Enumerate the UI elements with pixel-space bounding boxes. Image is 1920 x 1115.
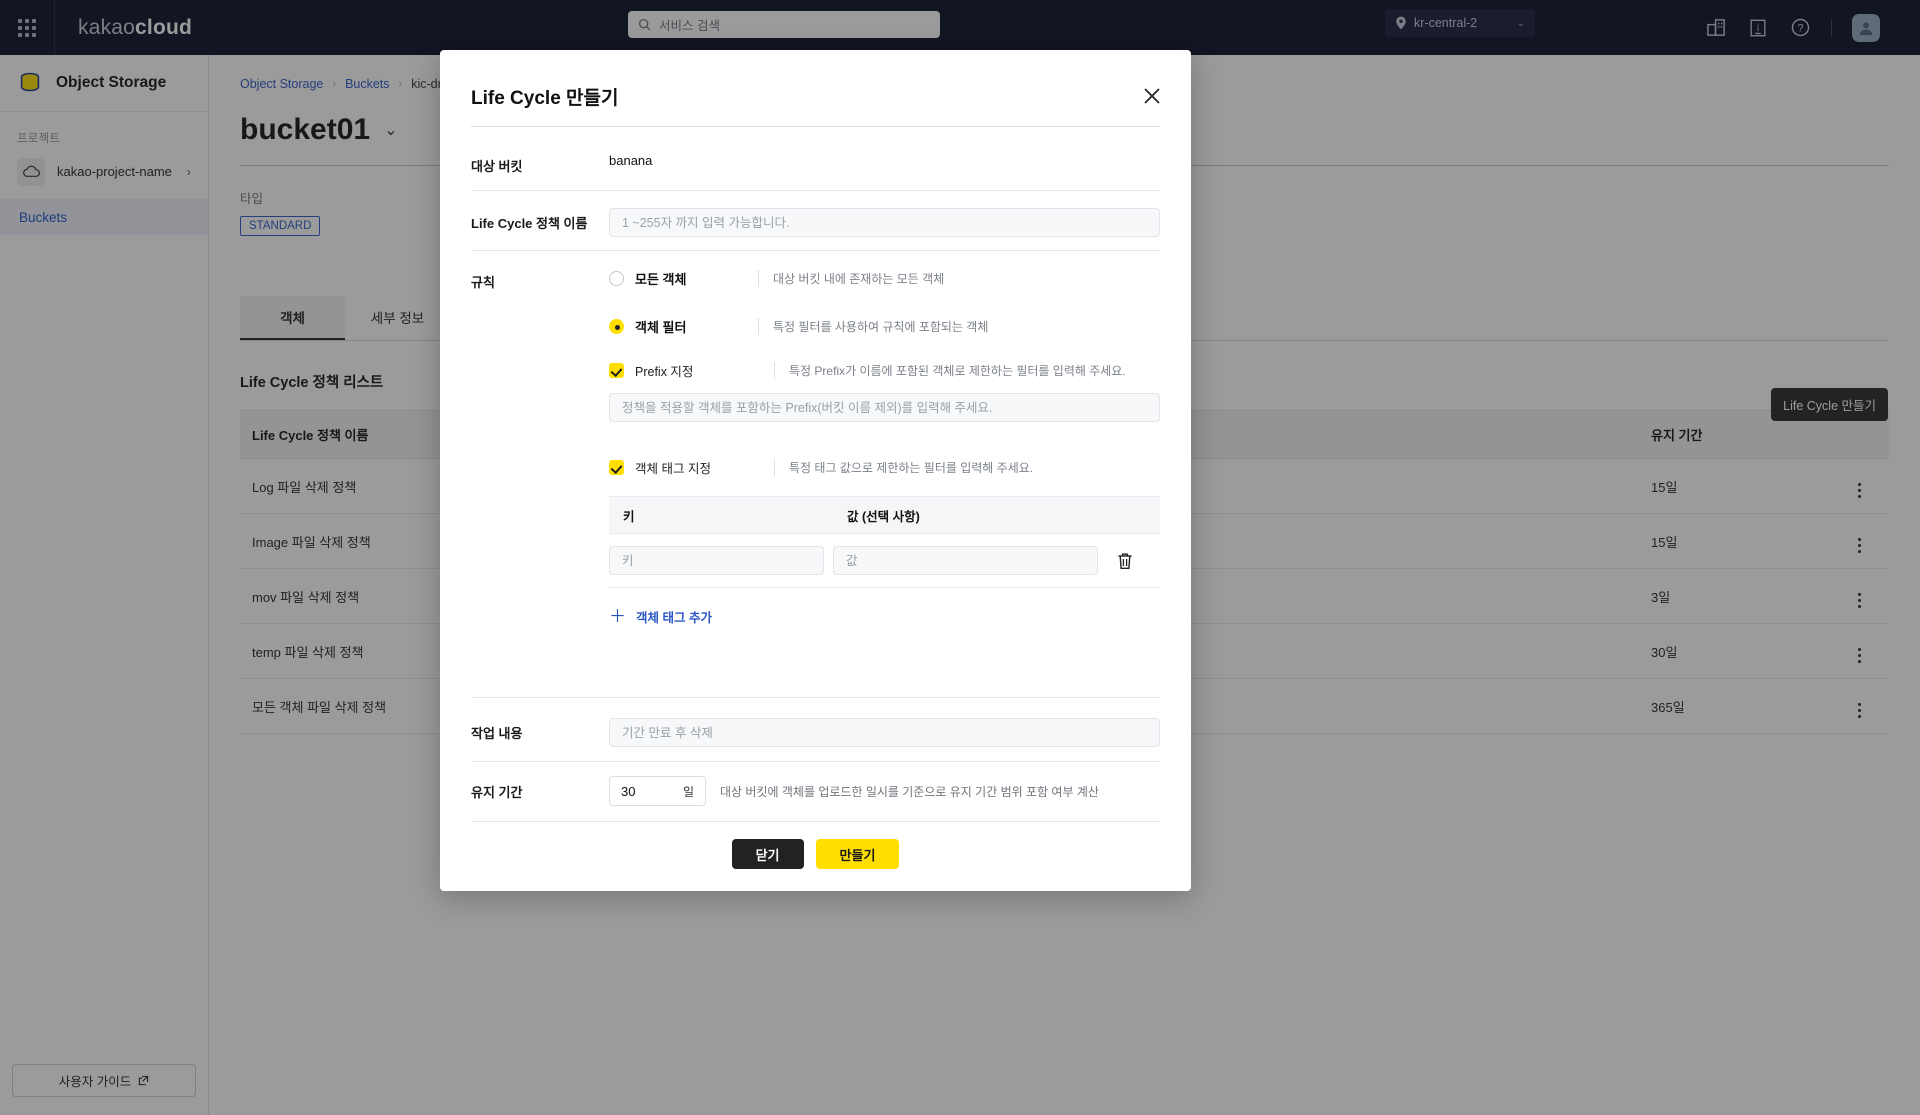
- field-label: 작업 내용: [471, 726, 523, 741]
- radio-label: 모든 객체: [635, 272, 687, 287]
- delete-tag-button[interactable]: [1116, 551, 1134, 571]
- radio-unselected-icon: [609, 271, 624, 286]
- close-dialog-button[interactable]: 닫기: [731, 839, 804, 869]
- field-label: Life Cycle 정책 이름: [471, 216, 588, 231]
- checkbox-row-prefix[interactable]: Prefix 지정 특정 Prefix가 이름에 포함된 객체로 제한하는 필터…: [609, 361, 1160, 380]
- field-label: 규칙: [471, 275, 495, 290]
- dialog-title: Life Cycle 만들기: [471, 88, 619, 109]
- radio-label: 객체 필터: [635, 320, 687, 335]
- checkbox-description: 특정 Prefix가 이름에 포함된 객체로 제한하는 필터를 입력해 주세요.: [774, 362, 1126, 379]
- field-rule: 규칙 모든 객체 대상 버킷 내에 존재하는 모든 객체 객체 필터 특정 필터…: [471, 269, 1160, 626]
- dialog-actions: 닫기 만들기: [440, 839, 1191, 869]
- prefix-input[interactable]: [609, 393, 1160, 422]
- field-action: 작업 내용: [471, 718, 1160, 747]
- tag-row: [609, 534, 1160, 588]
- column-header-value: 값 (선택 사항): [847, 509, 920, 524]
- column-header-key: 키: [623, 509, 635, 524]
- retention-days-value: 30: [621, 783, 636, 799]
- plus-icon: ＋: [609, 607, 626, 626]
- close-icon: [1144, 88, 1160, 104]
- object-tag-table: 키 값 (선택 사항) ＋: [609, 496, 1160, 626]
- tag-key-input[interactable]: [609, 546, 824, 575]
- policy-name-input[interactable]: [609, 208, 1160, 237]
- trash-icon: [1118, 553, 1132, 569]
- checkbox-checked-icon: [609, 363, 624, 378]
- radio-description: 특정 필터를 사용하여 규칙에 포함되는 객체: [758, 318, 988, 335]
- retention-days-input[interactable]: 30 일: [609, 776, 706, 806]
- tag-value-input[interactable]: [833, 546, 1098, 575]
- divider: [471, 190, 1160, 191]
- retention-unit-label: 일: [682, 784, 694, 799]
- action-input: [609, 718, 1160, 747]
- field-label: 유지 기간: [471, 784, 523, 800]
- add-object-tag-button[interactable]: ＋ 객체 태그 추가: [609, 588, 1160, 626]
- divider: [471, 697, 1160, 698]
- checkbox-description: 특정 태그 값으로 제한하는 필터를 입력해 주세요.: [774, 459, 1033, 476]
- divider: [471, 761, 1160, 762]
- create-lifecycle-dialog: Life Cycle 만들기 대상 버킷 banana Life Cycle 정…: [440, 50, 1191, 891]
- radio-selected-icon: [609, 319, 624, 334]
- field-label: 대상 버킷: [471, 159, 523, 174]
- radio-option-all-objects[interactable]: 모든 객체 대상 버킷 내에 존재하는 모든 객체: [609, 269, 1160, 288]
- divider: [471, 250, 1160, 251]
- checkbox-row-object-tag[interactable]: 객체 태그 지정 특정 태그 값으로 제한하는 필터를 입력해 주세요.: [609, 458, 1160, 477]
- field-retention: 유지 기간 30 일 대상 버킷에 객체를 업로드한 일시를 기준으로 유지 기…: [471, 776, 1160, 806]
- field-target-bucket: 대상 버킷 banana: [471, 153, 1160, 175]
- radio-option-object-filter[interactable]: 객체 필터 특정 필터를 사용하여 규칙에 포함되는 객체: [609, 317, 1160, 336]
- close-button[interactable]: [1139, 83, 1165, 109]
- checkbox-checked-icon: [609, 460, 624, 475]
- add-tag-label: 객체 태그 추가: [636, 611, 712, 625]
- field-policy-name: Life Cycle 정책 이름: [471, 208, 1160, 237]
- create-button[interactable]: 만들기: [815, 839, 900, 869]
- checkbox-label: Prefix 지정: [635, 365, 694, 379]
- dialog-footer-divider: [471, 821, 1160, 822]
- checkbox-label: 객체 태그 지정: [635, 462, 711, 476]
- retention-description: 대상 버킷에 객체를 업로드한 일시를 기준으로 유지 기간 범위 포함 여부 …: [720, 784, 1099, 799]
- dialog-header-divider: [471, 126, 1160, 127]
- radio-description: 대상 버킷 내에 존재하는 모든 객체: [758, 270, 944, 287]
- tag-table-header: 키 값 (선택 사항): [609, 496, 1160, 534]
- target-bucket-value: banana: [609, 153, 653, 168]
